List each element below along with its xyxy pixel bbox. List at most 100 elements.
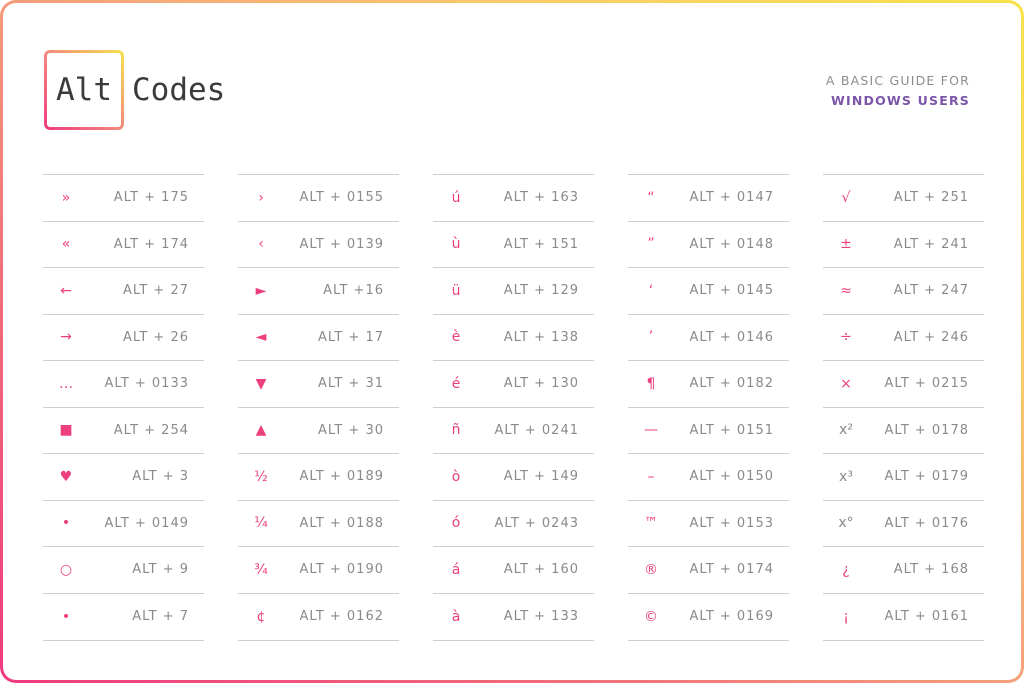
alt-code-label: ALT + 0133 [104, 376, 189, 392]
symbol-glyph: ± [840, 236, 852, 253]
alt-code-label: ALT + 133 [503, 609, 579, 624]
symbol-glyph: © [644, 608, 658, 625]
symbol-glyph: ú [451, 189, 461, 206]
code-row: ■ ALT + 254 [43, 406, 204, 454]
code-column-2: › ALT + 0155 ‹ ALT + 0139 ► ALT +16 ◄ ALT + 17 ▼… [238, 174, 399, 641]
symbol-glyph: ♥ [59, 468, 73, 485]
code-row: ú ALT + 163 [433, 174, 594, 221]
code-row: – ALT + 0150 [628, 453, 789, 500]
symbol-glyph: » [61, 189, 71, 206]
logo-title-text: Codes [132, 72, 226, 108]
alt-code-label: ALT + 27 [123, 283, 189, 299]
code-row: ► ALT +16 [238, 267, 399, 314]
alt-code-label: ALT + 0174 [689, 562, 774, 578]
alt-code-label: ALT + 174 [113, 236, 189, 252]
alt-code-label: ALT + 0153 [689, 515, 774, 531]
alt-code-label: ALT + 168 [893, 562, 969, 578]
code-column-4: “ ALT + 0147 ” ALT + 0148 ‘ ALT + 0145 ’ ALT + … [628, 174, 789, 641]
alt-code-label: ALT + 7 [132, 609, 189, 624]
code-row: ü ALT + 129 [433, 267, 594, 314]
symbol-glyph: ½ [254, 468, 268, 485]
alt-code-label: ALT + 0146 [689, 329, 774, 345]
code-row: ¼ ALT + 0188 [238, 499, 399, 547]
symbol-glyph: á [451, 561, 461, 578]
code-column-3: ú ALT + 163 ù ALT + 151 ü ALT + 129 è ALT + 138… [433, 174, 594, 641]
alt-code-label: ALT + 149 [503, 469, 579, 485]
alt-code-label: ALT + 163 [503, 190, 579, 206]
code-row: ▲ ALT + 30 [238, 406, 399, 454]
alt-code-label: ALT + 0176 [884, 515, 969, 531]
symbol-glyph: ù [451, 236, 461, 253]
alt-code-label: ALT + 0162 [299, 609, 384, 624]
subtitle-line-2: WINDOWS USERS [831, 93, 970, 108]
logo: Alt Codes [44, 50, 225, 130]
alt-code-label: ALT + 151 [503, 236, 579, 252]
symbol-glyph: ‹ [258, 236, 264, 253]
symbol-glyph: ™ [644, 515, 658, 532]
alt-code-label: ALT + 0155 [299, 190, 384, 206]
symbol-glyph: x° [838, 515, 854, 532]
alt-code-label: ALT + 0215 [884, 376, 969, 392]
symbol-glyph: “ [647, 189, 655, 206]
code-row: x³ ALT + 0179 [823, 453, 984, 500]
code-row: ñ ALT + 0241 [433, 406, 594, 454]
logo-boxed-text: Alt [56, 72, 112, 108]
code-row: ” ALT + 0148 [628, 220, 789, 268]
symbol-glyph: à [451, 608, 461, 625]
code-row: ÷ ALT + 246 [823, 313, 984, 361]
symbol-glyph: ≈ [840, 282, 852, 299]
code-row: — ALT + 0151 [628, 406, 789, 454]
code-row: ← ALT + 27 [43, 267, 204, 314]
symbol-glyph: ¾ [254, 561, 268, 578]
symbol-glyph: x³ [839, 468, 853, 485]
symbol-glyph: ► [255, 282, 267, 299]
symbol-glyph: é [451, 375, 461, 392]
symbol-glyph: ¡ [843, 608, 849, 625]
code-row: ¾ ALT + 0190 [238, 546, 399, 593]
symbol-glyph: • [61, 608, 71, 625]
symbol-glyph: ¼ [254, 515, 268, 532]
symbol-glyph: ‘ [648, 282, 654, 299]
code-column-5: √ ALT + 251 ± ALT + 241 ≈ ALT + 247 ÷ ALT + 246… [823, 174, 984, 641]
code-row: é ALT + 130 [433, 360, 594, 407]
alt-code-label: ALT + 9 [132, 562, 189, 578]
code-column-1: » ALT + 175 « ALT + 174 ← ALT + 27 → ALT + 26 … A… [43, 174, 204, 641]
alt-code-label: ALT + 251 [893, 190, 969, 206]
code-row: ♥ ALT + 3 [43, 453, 204, 500]
symbol-glyph: ñ [451, 422, 461, 439]
alt-code-label: ALT + 0190 [299, 562, 384, 578]
code-row: ± ALT + 241 [823, 220, 984, 268]
alt-code-label: ALT + 26 [123, 329, 189, 345]
alt-code-label: ALT + 0243 [494, 515, 579, 531]
alt-code-label: ALT + 0145 [689, 283, 774, 299]
alt-code-label: ALT + 247 [893, 283, 969, 299]
code-row: ◄ ALT + 17 [238, 313, 399, 361]
symbol-glyph: → [60, 329, 72, 346]
alt-code-label: ALT + 160 [503, 562, 579, 578]
code-row: á ALT + 160 [433, 546, 594, 593]
code-row: « ALT + 174 [43, 220, 204, 268]
symbol-glyph: … [59, 375, 73, 392]
code-row: ¡ ALT + 0161 [823, 592, 984, 641]
subtitle: A BASIC GUIDE FOR WINDOWS USERS [826, 71, 970, 111]
code-row: ® ALT + 0174 [628, 546, 789, 593]
alt-code-label: ALT + 254 [113, 422, 189, 438]
code-row: x² ALT + 0178 [823, 406, 984, 454]
alt-code-label: ALT + 0182 [689, 376, 774, 392]
symbol-glyph: ▲ [255, 422, 267, 439]
symbol-glyph: √ [841, 189, 851, 206]
code-row: ò ALT + 149 [433, 453, 594, 500]
alt-code-label: ALT + 130 [503, 376, 579, 392]
symbol-glyph: ÷ [840, 329, 852, 346]
page-card: Alt Codes A BASIC GUIDE FOR WINDOWS USER… [3, 3, 1021, 680]
symbol-glyph: ¶ [646, 375, 656, 392]
symbol-glyph: • [61, 515, 71, 532]
symbol-glyph: ¢ [256, 608, 266, 625]
alt-code-label: ALT + 0241 [494, 422, 579, 438]
alt-code-label: ALT + 31 [318, 376, 384, 392]
code-row: ù ALT + 151 [433, 220, 594, 268]
code-row: ○ ALT + 9 [43, 546, 204, 593]
code-row: ▼ ALT + 31 [238, 360, 399, 407]
code-row: ó ALT + 0243 [433, 499, 594, 547]
alt-code-label: ALT + 0188 [299, 515, 384, 531]
